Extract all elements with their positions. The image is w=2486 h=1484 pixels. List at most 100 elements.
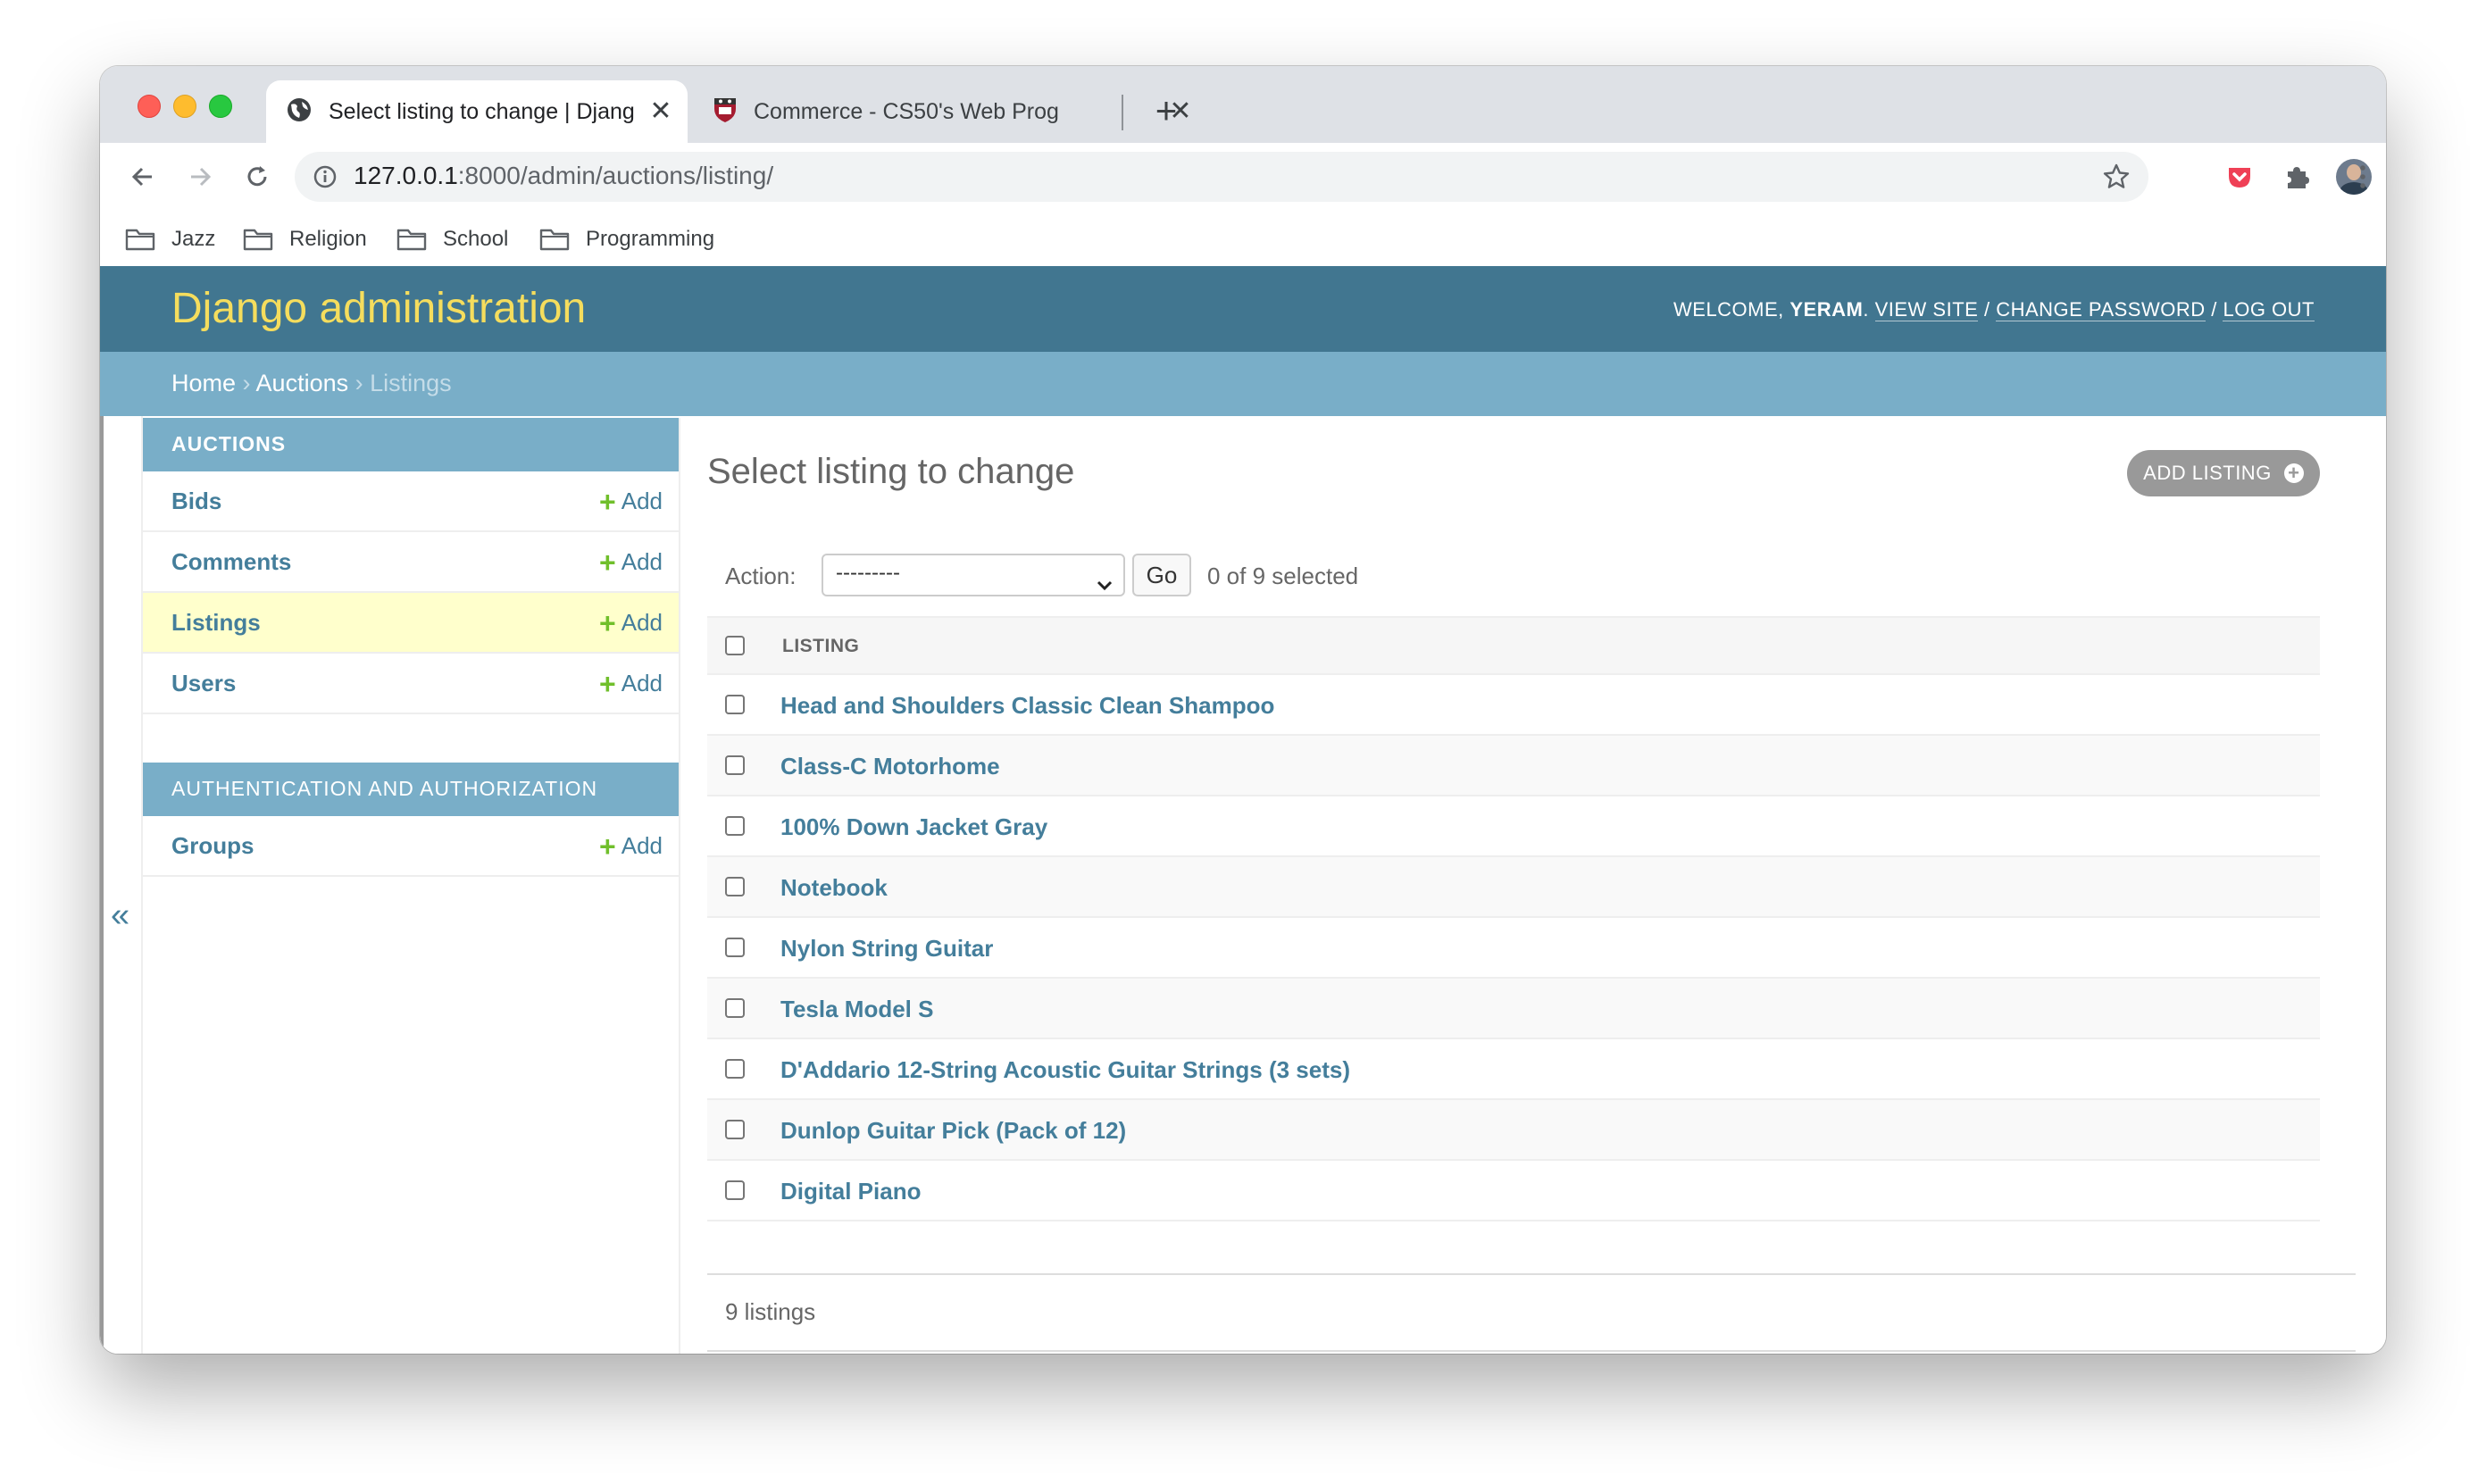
tab-strip: Select listing to change | Djang ✕ Comme… (100, 66, 2386, 143)
back-arrow-icon[interactable] (116, 150, 170, 204)
plus-icon: + (599, 546, 616, 579)
tab-inactive[interactable]: Commerce - CS50's Web Prog ✕ (695, 80, 1207, 143)
breadcrumb-home[interactable]: Home (171, 370, 236, 396)
go-button[interactable]: Go (1132, 554, 1191, 596)
close-window-button[interactable] (138, 95, 161, 118)
listing-link[interactable]: Notebook (780, 874, 888, 902)
listing-link[interactable]: Tesla Model S (780, 996, 933, 1023)
table-row: Digital Piano (707, 1161, 2320, 1221)
sidebar-toggle-rail[interactable]: « (100, 416, 143, 1354)
bookmark-folder[interactable]: Jazz (125, 227, 215, 252)
add-link[interactable]: + Add (599, 670, 663, 698)
view-site-link[interactable]: VIEW SITE (1874, 298, 1979, 321)
pocket-icon[interactable] (2216, 154, 2263, 200)
bookmark-star-icon[interactable] (2102, 163, 2131, 196)
site-name[interactable]: Django administration (171, 284, 586, 333)
minimize-window-button[interactable] (173, 95, 196, 118)
model-link[interactable]: Comments (171, 548, 291, 576)
app-module-auctions: AUCTIONS Bids + Add Comments + Add Listing… (143, 418, 679, 714)
info-icon[interactable] (313, 164, 338, 194)
table-row: Nylon String Guitar (707, 918, 2320, 979)
row-checkbox[interactable] (725, 755, 745, 775)
model-link[interactable]: Users (171, 670, 236, 697)
tab-active[interactable]: Select listing to change | Djang ✕ (266, 80, 688, 143)
select-all-checkbox[interactable] (725, 636, 745, 655)
tab-close-icon[interactable]: ✕ (643, 98, 679, 125)
action-select[interactable]: --------- (822, 554, 1125, 596)
listing-link[interactable]: Nylon String Guitar (780, 935, 993, 963)
listing-link[interactable]: Dunlop Guitar Pick (Pack of 12) (780, 1117, 1126, 1145)
menu-dots-icon[interactable] (2340, 154, 2386, 200)
bookmark-label: Religion (289, 227, 367, 251)
add-link[interactable]: + Add (599, 546, 663, 579)
new-tab-icon[interactable]: + (1141, 86, 1191, 136)
collapse-sidebar-icon[interactable]: « (111, 898, 129, 932)
row-checkbox[interactable] (725, 877, 745, 896)
row-checkbox[interactable] (725, 938, 745, 957)
breadcrumb-separator: › (348, 370, 371, 396)
bookmark-label: School (443, 227, 509, 251)
model-link[interactable]: Bids (171, 488, 221, 515)
action-select-value: --------- (836, 561, 900, 585)
tab-separator (1122, 95, 1123, 130)
model-link[interactable]: Groups (171, 832, 254, 860)
plus-icon: + (599, 485, 616, 518)
separator: / (2205, 298, 2223, 321)
listing-link[interactable]: Class-C Motorhome (780, 753, 1000, 780)
table-row: Head and Shoulders Classic Clean Shampoo (707, 675, 2320, 736)
add-link[interactable]: + Add (599, 485, 663, 518)
sidebar-item-comments: Comments + Add (143, 532, 679, 593)
row-checkbox[interactable] (725, 816, 745, 836)
bookmark-label: Jazz (171, 227, 216, 251)
maximize-window-button[interactable] (209, 95, 232, 118)
tab-title: Commerce - CS50's Web Prog (754, 98, 1059, 124)
log-out-link[interactable]: LOG OUT (2223, 298, 2315, 321)
listing-link[interactable]: Digital Piano (780, 1178, 921, 1205)
forward-arrow-icon[interactable] (173, 150, 227, 204)
plus-icon: + (599, 830, 616, 863)
welcome-text: WELCOME, (1673, 298, 1790, 321)
bookmark-folder[interactable]: School (396, 227, 508, 252)
breadcrumb-separator: › (236, 370, 256, 396)
table-row: D'Addario 12-String Acoustic Guitar Stri… (707, 1039, 2320, 1100)
results-table: LISTING Head and Shoulders Classic Clean… (707, 616, 2320, 1221)
row-checkbox[interactable] (725, 1059, 745, 1079)
url-host: 127.0.0.1 (354, 162, 458, 189)
row-checkbox[interactable] (725, 695, 745, 714)
bookmark-label: Programming (586, 227, 715, 251)
table-row: Notebook (707, 857, 2320, 918)
add-listing-button[interactable]: ADD LISTING + (2127, 450, 2320, 496)
sidebar-item-listings: Listings + Add (143, 593, 679, 654)
user-tools: WELCOME, YERAM. VIEW SITE / CHANGE PASSW… (1673, 298, 2315, 321)
row-checkbox[interactable] (725, 1180, 745, 1200)
table-row: Class-C Motorhome (707, 736, 2320, 796)
username: YERAM (1789, 298, 1864, 321)
listing-link[interactable]: Head and Shoulders Classic Clean Shampoo (780, 692, 1274, 720)
add-link[interactable]: + Add (599, 609, 663, 638)
browser-toolbar: 127.0.0.1:8000/admin/auctions/listing/ (100, 143, 2386, 211)
bookmark-folder[interactable]: Programming (539, 227, 714, 252)
module-caption[interactable]: AUCTIONS (143, 418, 679, 471)
folder-icon (539, 229, 570, 251)
listing-link[interactable]: 100% Down Jacket Gray (780, 813, 1047, 841)
extensions-puzzle-icon[interactable] (2273, 154, 2320, 200)
page: Django administration WELCOME, YERAM. VI… (100, 266, 2386, 1354)
bookmark-folder[interactable]: Religion (243, 227, 367, 252)
module-caption[interactable]: AUTHENTICATION AND AUTHORIZATION (143, 763, 679, 816)
breadcrumb: Home › Auctions › Listings (100, 352, 2386, 416)
add-link[interactable]: + Add (599, 830, 663, 863)
row-checkbox[interactable] (725, 998, 745, 1018)
model-link[interactable]: Listings (171, 609, 261, 637)
folder-icon (396, 229, 427, 251)
sidebar-item-bids: Bids + Add (143, 471, 679, 532)
breadcrumb-auctions[interactable]: Auctions (256, 370, 349, 396)
app-module-auth: AUTHENTICATION AND AUTHORIZATION Groups … (143, 763, 679, 877)
result-count: 9 listings (725, 1298, 816, 1325)
reload-icon[interactable] (230, 150, 284, 204)
plus-icon: + (2283, 463, 2304, 483)
address-bar[interactable]: 127.0.0.1:8000/admin/auctions/listing/ (295, 152, 2148, 202)
change-password-link[interactable]: CHANGE PASSWORD (1996, 298, 2206, 321)
row-checkbox[interactable] (725, 1120, 745, 1139)
listing-link[interactable]: D'Addario 12-String Acoustic Guitar Stri… (780, 1056, 1350, 1084)
column-header-listing[interactable]: LISTING (782, 636, 859, 657)
